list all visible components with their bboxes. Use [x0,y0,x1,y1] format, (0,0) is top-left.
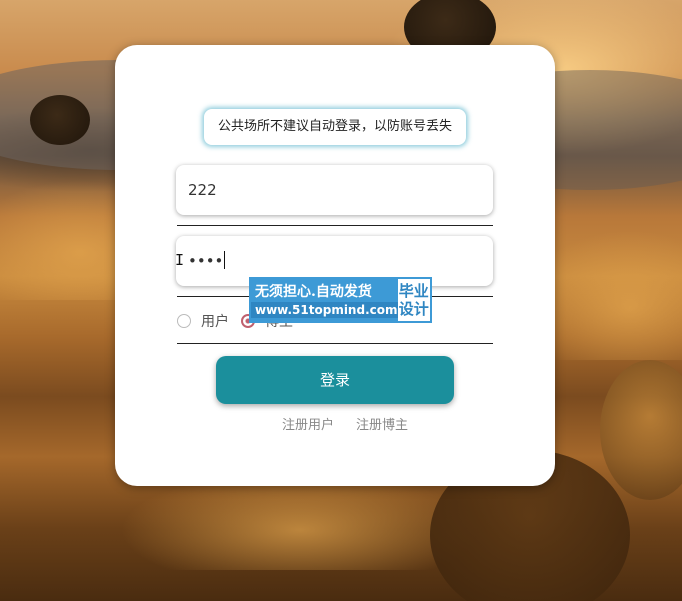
background-landscape: 公共场所不建议自动登录，以防账号丢失 222 •••• I 用户 博主 登录 注… [0,0,682,601]
watermark-side-text: 毕业 设计 [398,282,429,318]
role-label-user: 用户 [201,314,229,330]
divider [177,343,493,344]
login-notice: 公共场所不建议自动登录，以防账号丢失 [204,109,466,145]
watermark-badge: 无须担心.自动发货 www.51topmind.com 毕业 设计 [249,277,432,323]
shrub-right [600,360,682,500]
tree-left [30,95,90,145]
watermark-url: www.51topmind.com [251,302,398,318]
watermark-title: 无须担心.自动发货 [255,284,372,300]
password-masked-value: •••• [188,252,224,270]
role-radio-user[interactable] [177,314,191,328]
username-field[interactable]: 222 [176,165,493,215]
register-user-link[interactable]: 注册用户 [282,414,334,433]
login-button[interactable]: 登录 [216,356,454,404]
register-blogger-link[interactable]: 注册博主 [356,414,408,433]
watermark-text: 无须担心.自动发货 www.51topmind.com [251,279,398,321]
watermark-side-label: 毕业 设计 [397,279,430,321]
register-links: 注册用户 注册博主 [282,414,408,433]
text-caret [224,251,226,269]
ibeam-cursor-icon: I [175,251,185,269]
login-card: 公共场所不建议自动登录，以防账号丢失 222 •••• I 用户 博主 登录 注… [115,45,555,486]
divider [177,225,493,226]
username-value: 222 [188,181,217,199]
